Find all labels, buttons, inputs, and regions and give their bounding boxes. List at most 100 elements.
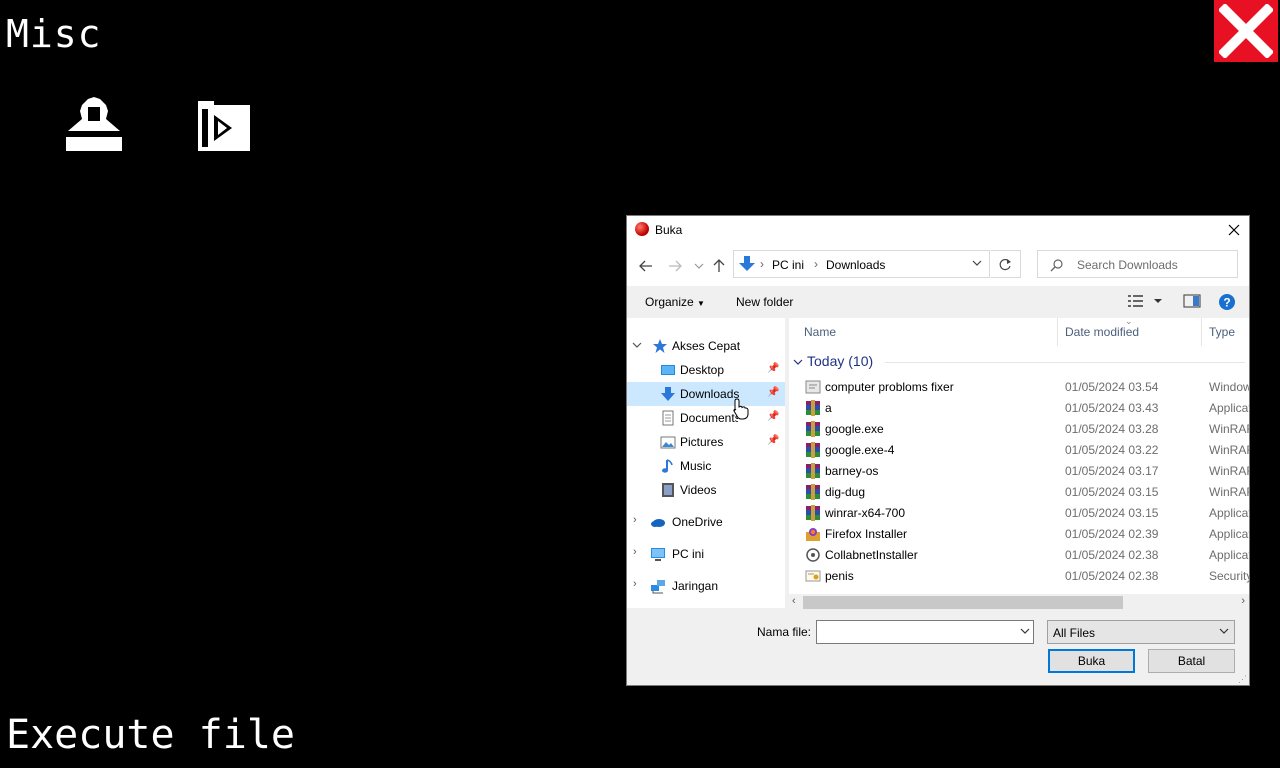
file-row[interactable]: penis 01/05/2024 02.38 Security [789, 566, 1249, 587]
arrow-right-icon [669, 260, 682, 272]
column-separator[interactable] [1201, 318, 1202, 346]
open-file-dialog: Buka › PC ini › Downloads Search Downloa… [626, 215, 1250, 686]
file-type: Application [1209, 401, 1249, 415]
sidebar-item-music[interactable]: Music [627, 454, 785, 478]
file-type: Windows [1209, 380, 1249, 394]
file-row[interactable]: computer probloms fixer 01/05/2024 03.54 W… [789, 377, 1249, 398]
file-name: Firefox Installer [825, 527, 908, 541]
sidebar-label: PC ini [672, 547, 705, 561]
file-type: WinRAR [1209, 422, 1249, 436]
refresh-button[interactable] [991, 250, 1021, 278]
dialog-title: Buka [655, 223, 683, 237]
installer-icon [805, 547, 821, 563]
app-close-button[interactable] [1214, 0, 1278, 62]
cancel-button[interactable]: Batal [1148, 649, 1235, 673]
pin-icon: 📌 [767, 435, 780, 446]
address-bar[interactable]: › PC ini › Downloads [733, 250, 990, 278]
up-button[interactable] [708, 256, 730, 276]
group-header-today[interactable]: Today (10) [793, 353, 873, 369]
file-name: winrar-x64-700 [825, 506, 906, 520]
file-row[interactable]: google.exe-4 01/05/2024 03.22 WinRAR [789, 440, 1249, 461]
sidebar-item-documents[interactable]: Documents 📌 [627, 406, 785, 430]
file-row[interactable]: Firefox Installer 01/05/2024 02.39 Applica… [789, 524, 1249, 545]
sidebar-item-videos[interactable]: Videos [627, 478, 785, 502]
file-name: computer probloms fixer [825, 380, 954, 394]
file-row[interactable]: barney-os 01/05/2024 03.17 WinRAR [789, 461, 1249, 482]
chevron-down-icon [793, 359, 803, 366]
winrar-icon [805, 484, 821, 500]
file-date: 01/05/2024 03.43 [1065, 401, 1159, 415]
forward-button[interactable] [664, 256, 686, 276]
sidebar-label: Pictures [680, 435, 724, 449]
sidebar-item-desktop[interactable]: Desktop 📌 [627, 358, 785, 382]
chevron-down-icon [694, 263, 704, 269]
sidebar-label: Downloads [680, 387, 740, 401]
chevron-down-icon[interactable] [971, 257, 983, 269]
file-date: 01/05/2024 03.28 [1065, 422, 1159, 436]
sidebar-item-this-pc[interactable]: › PC ini [627, 542, 785, 566]
file-type: WinRAR [1209, 464, 1249, 478]
chevron-right-icon: › [633, 578, 637, 590]
scroll-right-icon[interactable]: › [1241, 595, 1245, 607]
execute-file-label: Execute file [6, 712, 295, 758]
back-button[interactable] [635, 256, 657, 276]
chevron-down-icon[interactable] [1020, 627, 1030, 635]
sidebar-label: OneDrive [672, 515, 723, 529]
sidebar-item-quick-access[interactable]: Akses Cepat [627, 334, 785, 358]
computer-icon [651, 548, 665, 561]
column-header-type[interactable]: Type [1209, 325, 1235, 339]
scroll-left-icon[interactable]: ‹ [792, 595, 796, 607]
preview-pane-button[interactable] [1183, 293, 1201, 312]
column-header-name[interactable]: Name [804, 325, 836, 339]
file-row[interactable]: CollabnetInstaller 01/05/2024 02.38 Applic… [789, 545, 1249, 566]
view-options-button[interactable] [1127, 293, 1167, 312]
open-button[interactable]: Buka [1048, 649, 1135, 673]
eject-icon-button[interactable] [66, 97, 122, 155]
file-type: Security [1209, 569, 1249, 583]
open-folder-icon-button[interactable] [198, 101, 250, 155]
help-button[interactable]: ? [1218, 293, 1236, 314]
file-date: 01/05/2024 03.22 [1065, 443, 1159, 457]
file-type-filter[interactable]: All Files [1047, 620, 1235, 644]
file-type: Application [1209, 527, 1249, 541]
breadcrumb-downloads[interactable]: Downloads [826, 258, 885, 272]
file-type-value: All Files [1053, 626, 1096, 640]
column-header-date[interactable]: Date modified [1065, 325, 1139, 339]
file-name: penis [825, 569, 854, 583]
chevron-down-icon [1219, 628, 1229, 634]
file-type: WinRAR [1209, 443, 1249, 457]
sidebar-item-pictures[interactable]: Pictures 📌 [627, 430, 785, 454]
new-folder-button[interactable]: New folder [736, 295, 793, 309]
sidebar-item-downloads[interactable]: Downloads 📌 [627, 382, 785, 406]
file-row[interactable]: dig-dug 01/05/2024 03.15 WinRAR [789, 482, 1249, 503]
column-separator[interactable] [1057, 318, 1058, 346]
dialog-footer: Nama file: All Files Buka Batal ⋰ [627, 611, 1249, 685]
app-title: Misc [6, 12, 102, 56]
breadcrumb-separator: › [760, 257, 764, 271]
filename-input[interactable] [816, 620, 1034, 644]
chevron-right-icon: › [633, 546, 637, 558]
file-row[interactable]: a 01/05/2024 03.43 Application [789, 398, 1249, 419]
sidebar-item-network[interactable]: › Jaringan [627, 574, 785, 598]
star-icon [653, 339, 667, 353]
winrar-icon [805, 463, 821, 479]
organize-button[interactable]: Organize ▼ [645, 295, 705, 309]
resize-grip-icon[interactable]: ⋰ [1238, 674, 1247, 685]
horizontal-scrollbar[interactable]: ‹ › [789, 594, 1249, 611]
search-icon [1050, 259, 1063, 272]
scrollbar-thumb[interactable] [803, 596, 1123, 609]
file-row[interactable]: google.exe 01/05/2024 03.28 WinRAR [789, 419, 1249, 440]
file-row[interactable]: winrar-x64-700 01/05/2024 03.15 Applicatio… [789, 503, 1249, 524]
search-box[interactable]: Search Downloads [1037, 250, 1238, 278]
search-placeholder: Search Downloads [1077, 258, 1178, 272]
breadcrumb-pc[interactable]: PC ini [772, 258, 804, 272]
folder-play-icon [198, 101, 250, 151]
dialog-close-button[interactable] [1219, 216, 1249, 244]
file-list: Name Date modified ⌄ Type Today (10) com… [789, 318, 1249, 608]
chevron-right-icon: › [633, 514, 637, 526]
sort-indicator-icon: ⌄ [1125, 318, 1133, 326]
pin-icon: 📌 [767, 387, 780, 398]
recent-locations-button[interactable] [688, 256, 710, 276]
sidebar-item-onedrive[interactable]: › OneDrive [627, 510, 785, 534]
desktop-icon [661, 365, 675, 375]
